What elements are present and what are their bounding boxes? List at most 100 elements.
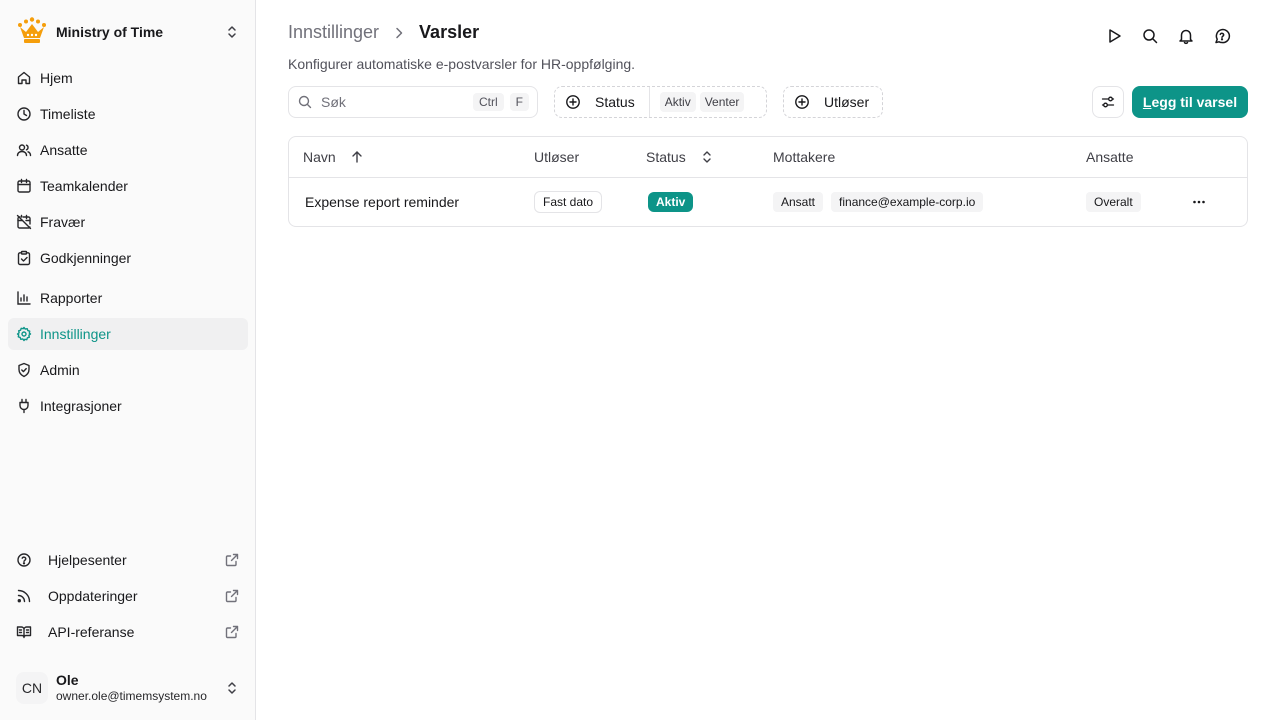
- help-circle-icon: [16, 552, 32, 568]
- cell-recipients: Ansatt finance@example-corp.io: [773, 178, 991, 226]
- clipboard-check-icon: [16, 250, 32, 266]
- column-header-status[interactable]: Status: [646, 137, 714, 177]
- sidebar-item-godkjenninger[interactable]: Godkjenninger: [8, 242, 248, 274]
- org-switcher[interactable]: Ministry of Time: [8, 12, 248, 52]
- sidebar-item-ansatte[interactable]: Ansatte: [8, 134, 248, 166]
- sidebar-item-teamkalender[interactable]: Teamkalender: [8, 170, 248, 202]
- user-email: owner.ole@timemsystem.no: [56, 689, 207, 703]
- status-filter-label: Status: [595, 94, 635, 110]
- filter-chip-venter: Venter: [699, 92, 745, 112]
- chevrons-up-down-icon: [224, 24, 240, 40]
- column-label: Mottakere: [773, 149, 836, 165]
- filter-chip-aktiv: Aktiv: [659, 92, 696, 112]
- trigger-badge: Fast dato: [534, 191, 603, 213]
- sidebar-link-label: Hjelpesenter: [48, 552, 127, 568]
- sidebar-item-fravaer[interactable]: Fravær: [8, 206, 248, 238]
- calendar-icon: [16, 178, 32, 194]
- column-label: Status: [646, 149, 686, 165]
- sidebar-item-rapporter[interactable]: Rapporter: [8, 282, 248, 314]
- shortcut-f-key: F: [509, 93, 529, 111]
- help-chat-icon[interactable]: [1212, 26, 1232, 46]
- top-actions: [1088, 26, 1232, 46]
- search-input[interactable]: [321, 94, 467, 110]
- add-alert-button[interactable]: Legg til varsel: [1132, 86, 1248, 118]
- sidebar-item-label: Timeliste: [40, 106, 96, 122]
- cell-actions: [1189, 178, 1209, 226]
- breadcrumb: Innstillinger Varsler: [288, 22, 479, 43]
- home-icon: [16, 70, 32, 86]
- more-horizontal-icon[interactable]: [1189, 192, 1209, 212]
- sidebar-item-integrasjoner[interactable]: Integrasjoner: [8, 390, 248, 422]
- view-options-button[interactable]: [1092, 86, 1124, 118]
- recipient-badge: Ansatt: [773, 192, 824, 212]
- column-header-navn[interactable]: Navn: [303, 137, 364, 177]
- sidebar-link-api-referanse[interactable]: API-referanse: [8, 616, 248, 648]
- cell-status: Aktiv: [648, 178, 694, 226]
- table-row[interactable]: Expense report reminder Fast dato Aktiv …: [289, 178, 1247, 226]
- sidebar-item-label: Ansatte: [40, 142, 88, 158]
- column-header-ansatte[interactable]: Ansatte: [1086, 137, 1133, 177]
- play-icon[interactable]: [1104, 26, 1124, 46]
- plus-circle-icon: [794, 94, 810, 110]
- page-subtitle: Konfigurer automatiske e-postvarsler for…: [288, 56, 636, 72]
- calendar-off-icon: [16, 214, 32, 230]
- sidebar-item-label: Admin: [40, 362, 80, 378]
- sidebar-item-hjem[interactable]: Hjem: [8, 62, 248, 94]
- column-label: Utløser: [534, 149, 580, 165]
- sidebar-item-label: Rapporter: [40, 290, 103, 306]
- trigger-filter-button[interactable]: Utløser: [784, 87, 883, 117]
- column-header-mottakere[interactable]: Mottakere: [773, 137, 835, 177]
- toolbar: Ctrl F Status Aktiv Venter Utløser Legg …: [288, 86, 1248, 118]
- sliders-icon: [1100, 94, 1116, 110]
- user-name: Ole: [56, 672, 79, 688]
- status-filter[interactable]: Status Aktiv Venter: [554, 86, 767, 118]
- recipient-badge: finance@example-corp.io: [831, 192, 984, 212]
- sidebar-link-hjelpesenter[interactable]: Hjelpesenter: [8, 544, 248, 576]
- avatar: CN: [16, 672, 48, 704]
- search-icon: [297, 94, 313, 110]
- sidebar-item-admin[interactable]: Admin: [8, 354, 248, 386]
- cell-name: Expense report reminder: [305, 194, 460, 210]
- sidebar-item-label: Teamkalender: [40, 178, 128, 194]
- column-label: Ansatte: [1086, 149, 1134, 165]
- trigger-filter[interactable]: Utløser: [783, 86, 883, 118]
- shortcut-ctrl-key: Ctrl: [472, 93, 504, 111]
- sidebar-item-timeliste[interactable]: Timeliste: [8, 98, 248, 130]
- trigger-filter-label: Utløser: [824, 94, 870, 110]
- user-menu[interactable]: CN Ole owner.ole@timemsystem.no: [8, 664, 248, 712]
- employees-badge: Overalt: [1086, 192, 1141, 212]
- sidebar-footer-links: Hjelpesenter Oppdateringer API-referanse: [8, 544, 248, 652]
- cell-employees: Overalt: [1086, 178, 1149, 226]
- book-icon: [16, 624, 32, 640]
- main-content: Innstillinger Varsler Konfigurer automat…: [256, 0, 1280, 720]
- bell-icon[interactable]: [1176, 26, 1196, 46]
- gear-icon: [16, 326, 32, 342]
- search-icon[interactable]: [1140, 26, 1160, 46]
- status-filter-values: Aktiv Venter: [650, 92, 753, 112]
- sidebar-item-label: Godkjenninger: [40, 250, 132, 266]
- external-link-icon: [224, 588, 240, 604]
- breadcrumb-parent-link[interactable]: Innstillinger: [288, 22, 379, 43]
- plug-icon: [16, 398, 32, 414]
- user-meta: Ole owner.ole@timemsystem.no: [56, 672, 224, 704]
- cell-trigger: Fast dato: [534, 178, 603, 226]
- sidebar: Ministry of Time Hjem Timeliste Ansatte …: [0, 0, 256, 720]
- external-link-icon: [224, 552, 240, 568]
- clock-icon: [16, 106, 32, 122]
- chart-icon: [16, 290, 32, 306]
- search-box[interactable]: Ctrl F: [288, 86, 538, 118]
- column-header-utloser[interactable]: Utløser: [534, 137, 579, 177]
- sidebar-item-label: Fravær: [40, 214, 86, 230]
- arrow-up-icon: [350, 150, 364, 164]
- table-header: Navn Utløser Status Mottakere Ansatte: [289, 137, 1247, 178]
- users-icon: [16, 142, 32, 158]
- column-label: Navn: [303, 149, 336, 165]
- chevrons-up-down-icon: [224, 680, 240, 696]
- status-badge: Aktiv: [648, 192, 694, 212]
- alerts-table: Navn Utløser Status Mottakere Ansatte Ex…: [288, 136, 1248, 227]
- status-filter-button[interactable]: Status: [555, 87, 649, 117]
- sidebar-item-innstillinger[interactable]: Innstillinger: [8, 318, 248, 350]
- external-link-icon: [224, 624, 240, 640]
- sidebar-link-oppdateringer[interactable]: Oppdateringer: [8, 580, 248, 612]
- plus-circle-icon: [565, 94, 581, 110]
